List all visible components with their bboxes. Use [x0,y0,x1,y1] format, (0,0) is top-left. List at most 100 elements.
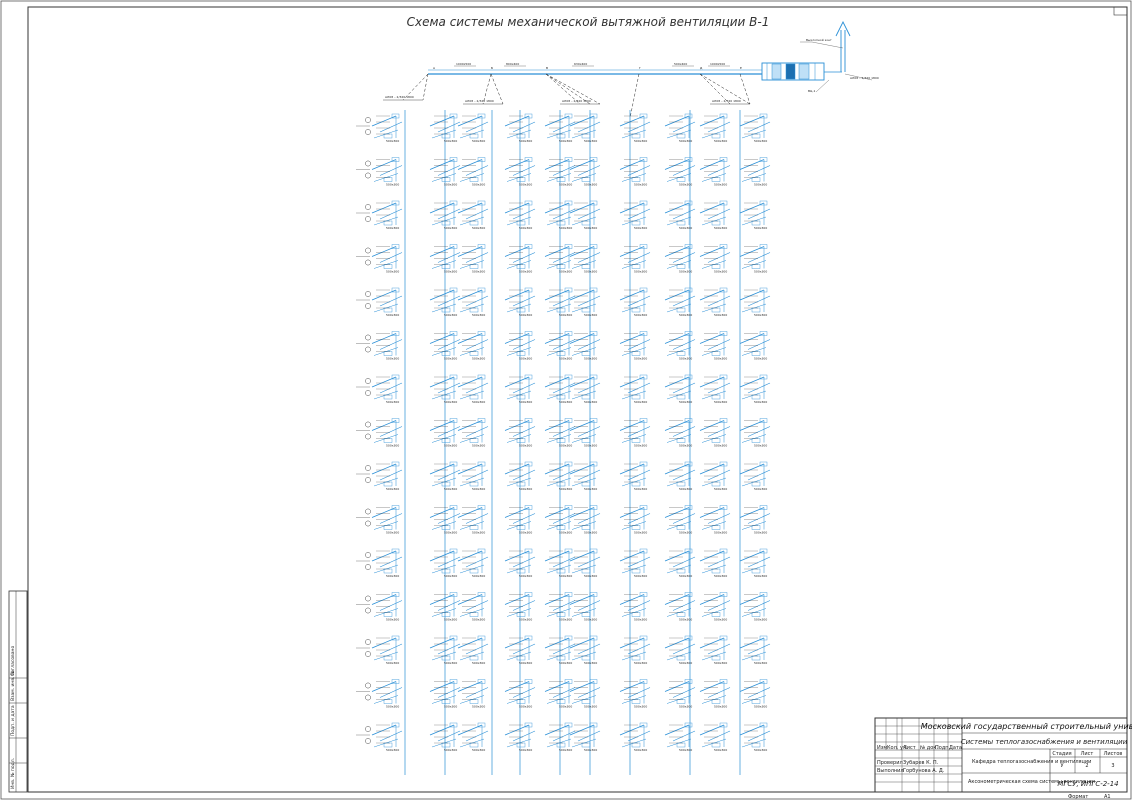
branch-size-label: 500x300 [519,661,532,665]
branch-size-label: 500x300 [472,444,485,448]
branch-size-label: 500x300 [754,574,767,578]
branch-size-label: 500x300 [559,574,572,578]
university-name: Московский государственный строительный … [921,722,1132,731]
branch-size-label: 500x300 [714,574,727,578]
branch-size-label: 500x300 [472,705,485,709]
duct-size-label: 1000x500 [710,62,725,66]
branch-size-label: 500x300 [584,705,597,709]
branch-size-label: 500x300 [444,444,457,448]
branch-size-label: 500x300 [679,487,692,491]
branch-size-label: 500x300 [714,400,727,404]
branch-size-label: 500x300 [634,139,647,143]
branch-size-label: 500x300 [754,270,767,274]
branch-size-label: 500x300 [679,531,692,535]
branch-size-label: 500x300 [519,748,532,752]
branch-size-label: 500x300 [714,661,727,665]
branch-size-label: 500x300 [584,226,597,230]
branch-size-label: 500x300 [519,139,532,143]
branch-size-label: 500x300 [584,661,597,665]
branch-size-label: 500x300 [444,139,457,143]
branch-size-label: 500x300 [754,357,767,361]
name-done: Горбунова А. Д. [903,768,945,774]
riser-letter: В [546,66,548,70]
branch-size-label: 500x300 [559,705,572,709]
subject-name: Системы теплогазоснабжения и вентиляции [961,738,1128,746]
riser-head-label: АЛ08 – 2/320 1800 [385,95,414,99]
branch-size-label: 500x300 [634,444,647,448]
branch-size-label: 500x300 [444,531,457,535]
department-name: Кафедра теплогазоснабжения и вентиляции [972,759,1091,765]
format-value: А1 [1104,794,1111,800]
branch-size-label: 500x300 [714,313,727,317]
branch-size-label: 500x300 [679,574,692,578]
branch-size-label: 500x300 [634,400,647,404]
branch-size-label: 500x300 [444,313,457,317]
discharge-label: Выхлопной зонт [806,38,832,42]
branch-size-label: 500x300 [754,618,767,622]
branch-size-label: 500x300 [584,574,597,578]
branch-size-label: 500x300 [472,183,485,187]
branch-size-label: 500x300 [634,705,647,709]
branch-size-label: 500x300 [519,444,532,448]
branch-size-label: 500x300 [386,574,399,578]
stamp-sign-date: Подп. и дата [10,705,16,736]
duct-size-label: 1000x500 [456,62,471,66]
branch-size-label: 500x300 [472,661,485,665]
branch-size-label: 500x300 [444,183,457,187]
branch-size-label: 500x300 [634,183,647,187]
branch-size-label: 500x300 [386,183,399,187]
branch-size-label: 500x300 [472,531,485,535]
branch-size-label: 500x300 [634,531,647,535]
branch-size-label: 500x300 [519,487,532,491]
branch-size-label: 500x300 [519,531,532,535]
branch-size-label: 500x300 [714,531,727,535]
branch-size-label: 500x300 [444,705,457,709]
role-done: Выполнил [877,768,904,774]
branch-size-label: 500x300 [386,531,399,535]
branch-size-label: 500x300 [584,400,597,404]
sheet-val: 2 [1085,763,1088,769]
branch-size-label: 500x300 [584,270,597,274]
branch-size-label: 500x300 [754,183,767,187]
branch-size-label: 500x300 [679,618,692,622]
branch-size-label: 500x300 [559,357,572,361]
branch-size-label: 500x300 [754,400,767,404]
sheet-hdr: Лист [1081,751,1094,757]
branch-size-label: 500x300 [679,226,692,230]
branch-size-label: 500x300 [679,705,692,709]
drawing-code: МГСУ, ИПГС-2-14 [1057,780,1118,788]
branch-size-label: 500x300 [559,270,572,274]
branch-size-label: 500x300 [444,270,457,274]
branch-size-label: 500x300 [634,618,647,622]
riser-letter: Е [740,66,742,70]
branch-size-label: 500x300 [754,487,767,491]
branch-size-label: 500x300 [679,313,692,317]
branch-size-label: 500x300 [444,487,457,491]
branch-size-label: 500x300 [714,183,727,187]
branch-size-label: 500x300 [584,748,597,752]
branch-size-label: 500x300 [386,444,399,448]
drawing-sheet: Схема системы механической вытяжной вент… [0,0,1132,800]
branch-size-label: 500x300 [754,226,767,230]
branch-size-label: 500x300 [714,270,727,274]
branch-size-label: 500x300 [754,748,767,752]
branch-size-label: 500x300 [472,139,485,143]
branch-size-label: 500x300 [714,705,727,709]
branch-size-label: 500x300 [559,531,572,535]
branch-size-label: 500x300 [679,661,692,665]
hdr-list: Лист [903,745,916,751]
branch-size-label: 500x300 [444,357,457,361]
branch-size-label: 500x300 [584,531,597,535]
branch-size-label: 500x300 [584,444,597,448]
branch-size-label: 500x300 [386,400,399,404]
branch-size-label: 500x300 [714,487,727,491]
branch-size-label: 500x300 [754,444,767,448]
branch-size-label: 500x300 [559,139,572,143]
branch-size-label: 500x300 [559,444,572,448]
branch-size-label: 500x300 [754,313,767,317]
branch-size-label: 500x300 [679,270,692,274]
branch-size-label: 500x300 [559,618,572,622]
branch-size-label: 500x300 [679,357,692,361]
branch-size-label: 500x300 [714,226,727,230]
branch-size-label: 500x300 [472,226,485,230]
